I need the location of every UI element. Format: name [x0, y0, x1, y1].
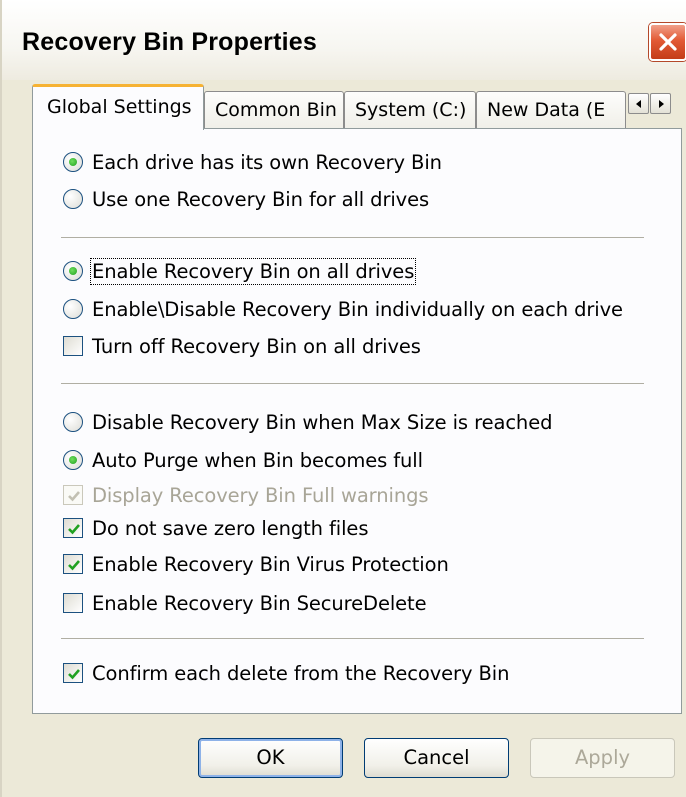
- tab-common-bin[interactable]: Common Bin: [204, 91, 344, 129]
- checkbox[interactable]: [63, 336, 83, 356]
- option-label: Each drive has its own Recovery Bin: [92, 150, 442, 174]
- tab-label: Common Bin: [215, 99, 337, 121]
- option-secure-delete[interactable]: Enable Recovery Bin SecureDelete: [63, 590, 427, 616]
- separator: [61, 383, 644, 384]
- checkbox-checked[interactable]: [63, 518, 83, 538]
- option-label: Disable Recovery Bin when Max Size is re…: [92, 410, 553, 434]
- cancel-button[interactable]: Cancel: [364, 738, 509, 778]
- tab-scroll-left-button[interactable]: [628, 93, 649, 114]
- radio-button-selected[interactable]: [63, 450, 83, 470]
- option-no-zero-length[interactable]: Do not save zero length files: [63, 515, 368, 541]
- global-settings-panel: Each drive has its own Recovery Bin Use …: [32, 128, 682, 714]
- option-auto-purge[interactable]: Auto Purge when Bin becomes full: [63, 447, 423, 473]
- title-bar[interactable]: Recovery Bin Properties: [2, 0, 686, 80]
- radio-button-selected[interactable]: [63, 152, 83, 172]
- option-enable-all-drives[interactable]: Enable Recovery Bin on all drives: [63, 257, 417, 285]
- option-enable-individually[interactable]: Enable\Disable Recovery Bin individually…: [63, 296, 623, 322]
- option-turn-off-all-drives[interactable]: Turn off Recovery Bin on all drives: [63, 333, 421, 359]
- apply-button: Apply: [530, 738, 675, 778]
- tab-new-data-e[interactable]: New Data (E: [476, 91, 626, 129]
- option-disable-max-size[interactable]: Disable Recovery Bin when Max Size is re…: [63, 409, 552, 435]
- separator: [61, 638, 644, 639]
- tab-label: Global Settings: [47, 96, 192, 118]
- option-label: Enable\Disable Recovery Bin individually…: [92, 297, 623, 321]
- tab-scroll-right-button[interactable]: [650, 93, 671, 114]
- option-label: Confirm each delete from the Recovery Bi…: [92, 661, 510, 685]
- checkbox-disabled: [63, 485, 83, 505]
- option-label: Enable Recovery Bin on all drives: [89, 257, 417, 285]
- option-label: Use one Recovery Bin for all drives: [92, 187, 430, 211]
- tab-global-settings[interactable]: Global Settings: [32, 84, 204, 130]
- close-button[interactable]: [649, 23, 686, 61]
- option-label: Do not save zero length files: [92, 516, 369, 540]
- tab-label: New Data (E: [487, 99, 606, 121]
- radio-button[interactable]: [63, 412, 83, 432]
- arrow-left-icon: [636, 100, 641, 108]
- option-display-full-warnings: Display Recovery Bin Full warnings: [63, 482, 429, 508]
- separator: [61, 237, 644, 238]
- close-icon: [659, 33, 677, 51]
- option-label: Enable Recovery Bin Virus Protection: [92, 552, 449, 576]
- radio-button[interactable]: [63, 299, 83, 319]
- radio-button[interactable]: [63, 189, 83, 209]
- checkmark-icon: [68, 491, 80, 502]
- option-confirm-each-delete[interactable]: Confirm each delete from the Recovery Bi…: [63, 660, 509, 686]
- option-one-bin-all-drives[interactable]: Use one Recovery Bin for all drives: [63, 186, 429, 212]
- checkmark-icon: [68, 669, 80, 680]
- tab-label: System (C:): [355, 99, 467, 121]
- checkbox-checked[interactable]: [63, 554, 83, 574]
- recovery-bin-properties-dialog: Recovery Bin Properties Global Settings …: [0, 0, 686, 797]
- option-label: Enable Recovery Bin SecureDelete: [92, 591, 427, 615]
- option-label: Turn off Recovery Bin on all drives: [92, 334, 421, 358]
- arrow-right-icon: [659, 100, 664, 108]
- radio-button-selected[interactable]: [63, 261, 83, 281]
- tab-strip: Global Settings Common Bin System (C:) N…: [32, 84, 682, 130]
- ok-button[interactable]: OK: [198, 738, 343, 778]
- checkmark-icon: [68, 524, 80, 535]
- checkmark-icon: [68, 560, 80, 571]
- checkbox[interactable]: [63, 593, 83, 613]
- checkbox-checked[interactable]: [63, 663, 83, 683]
- tab-system-c[interactable]: System (C:): [344, 91, 476, 129]
- option-label: Display Recovery Bin Full warnings: [92, 483, 429, 507]
- option-each-drive-own-bin[interactable]: Each drive has its own Recovery Bin: [63, 149, 442, 175]
- option-label: Auto Purge when Bin becomes full: [92, 448, 423, 472]
- window-title: Recovery Bin Properties: [22, 28, 317, 56]
- option-virus-protection[interactable]: Enable Recovery Bin Virus Protection: [63, 551, 449, 577]
